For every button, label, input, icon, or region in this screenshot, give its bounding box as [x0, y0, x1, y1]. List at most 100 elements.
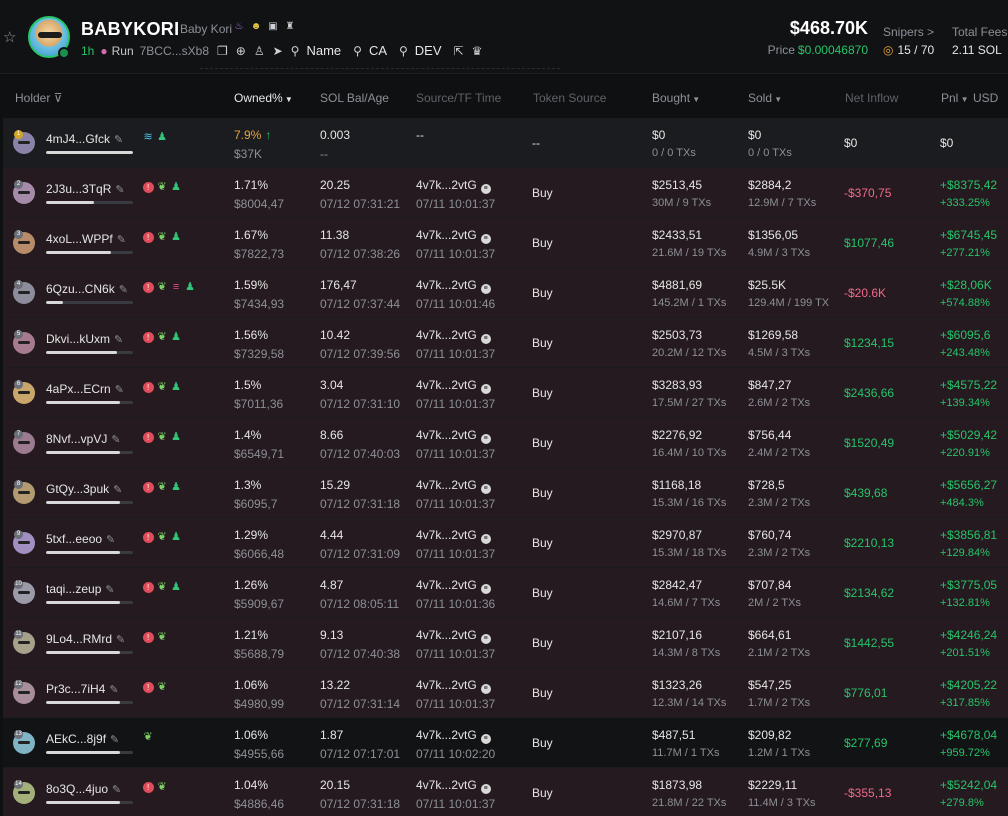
funding-source-text[interactable]: 4v7k...2vtG: [416, 728, 477, 742]
holder-address[interactable]: GtQy...3puk ✎: [46, 482, 122, 496]
funding-source-text[interactable]: 4v7k...2vtG: [416, 478, 477, 492]
holder-address-text[interactable]: 9Lo4...RMrd: [46, 632, 112, 646]
holder-address-text[interactable]: 4aPx...ECrn: [46, 382, 111, 396]
table-row[interactable]: 13 AEkC...8j9f ✎ ❦ 1.06% $4955,66 1.87 07…: [3, 718, 1008, 768]
search-dev-icon[interactable]: ⚲: [399, 44, 408, 58]
website-icon[interactable]: ⊕: [236, 44, 246, 58]
funding-source-text[interactable]: 4v7k...2vtG: [416, 528, 477, 542]
holder-address[interactable]: Pr3c...7iH4 ✎: [46, 682, 119, 696]
holder-address[interactable]: 8Nvf...vpVJ ✎: [46, 432, 121, 446]
funding-source-text[interactable]: 4v7k...2vtG: [416, 178, 477, 192]
funding-source[interactable]: --: [416, 128, 424, 142]
funding-source[interactable]: 4v7k...2vtG ≡: [416, 228, 491, 244]
edit-icon[interactable]: ✎: [105, 584, 114, 596]
currency-toggle[interactable]: USD: [973, 91, 998, 105]
person-icon[interactable]: ♙: [254, 44, 265, 58]
col-token-source[interactable]: Token Source: [533, 91, 606, 105]
holder-address[interactable]: 4mJ4...Gfck ✎: [46, 132, 123, 146]
holder-address[interactable]: 5txf...eeoo ✎: [46, 532, 115, 546]
table-row[interactable]: 1 4mJ4...Gfck ✎ ≋ ♟ 7.9% ↑ $37K 0.003 -- --…: [3, 118, 1008, 168]
holder-address-text[interactable]: 6Qzu...CN6k: [46, 282, 115, 296]
edit-icon[interactable]: ✎: [115, 384, 124, 396]
crown-icon[interactable]: ♛: [472, 44, 483, 58]
copy-icon[interactable]: ❐: [217, 44, 228, 58]
edit-icon[interactable]: ✎: [112, 784, 121, 796]
funding-source[interactable]: 4v7k...2vtG ≡: [416, 378, 491, 394]
holder-address-text[interactable]: 4mJ4...Gfck: [46, 132, 110, 146]
edit-icon[interactable]: ✎: [116, 634, 125, 646]
table-row[interactable]: 4 6Qzu...CN6k ✎ ! ❦ ≡ ♟ 1.59% $7434,93 176,4…: [3, 268, 1008, 318]
col-owned[interactable]: Owned% ▼: [234, 91, 293, 105]
funding-source-text[interactable]: 4v7k...2vtG: [416, 628, 477, 642]
funding-source[interactable]: 4v7k...2vtG ≡: [416, 478, 491, 494]
funding-source-text[interactable]: 4v7k...2vtG: [416, 378, 477, 392]
table-row[interactable]: 2 2J3u...3TqR ✎ ! ❦ ♟ 1.71% $8004,47 20.25 …: [3, 168, 1008, 218]
edit-icon[interactable]: ✎: [114, 134, 123, 146]
table-row[interactable]: 3 4xoL...WPPf ✎ ! ❦ ♟ 1.67% $7822,73 11.38 …: [3, 218, 1008, 268]
funding-source-text[interactable]: --: [416, 128, 424, 142]
table-row[interactable]: 12 Pr3c...7iH4 ✎ ! ❦ 1.06% $4980,99 13.22 …: [3, 668, 1008, 718]
edit-icon[interactable]: ✎: [115, 184, 124, 196]
funding-source-text[interactable]: 4v7k...2vtG: [416, 228, 477, 242]
holder-address-text[interactable]: 5txf...eeoo: [46, 532, 102, 546]
funding-source[interactable]: 4v7k...2vtG ≡: [416, 678, 491, 694]
col-net-inflow[interactable]: Net Inflow: [845, 91, 898, 105]
col-bought[interactable]: Bought ▼: [652, 91, 700, 105]
funding-source-text[interactable]: 4v7k...2vtG: [416, 428, 477, 442]
col-holder[interactable]: Holder ⊽: [15, 91, 63, 105]
funding-source[interactable]: 4v7k...2vtG ≡: [416, 178, 491, 194]
holder-address[interactable]: 4xoL...WPPf ✎: [46, 232, 126, 246]
holder-address[interactable]: AEkC...8j9f ✎: [46, 732, 119, 746]
telegram-icon[interactable]: ➤: [273, 44, 283, 58]
holder-address[interactable]: 8o3Q...4juo ✎: [46, 782, 121, 796]
col-source[interactable]: Source/TF Time: [416, 91, 501, 105]
table-row[interactable]: 10 taqi...zeup ✎ ! ❦ ♟ 1.26% $5909,67 4.87 …: [3, 568, 1008, 618]
external-link-icon[interactable]: ⇱: [454, 44, 464, 58]
funding-source-text[interactable]: 4v7k...2vtG: [416, 678, 477, 692]
funding-source[interactable]: 4v7k...2vtG ≡: [416, 628, 491, 644]
table-row[interactable]: 8 GtQy...3puk ✎ ! ❦ ♟ 1.3% $6095,7 15.29 07…: [3, 468, 1008, 518]
favorite-star-icon[interactable]: ☆: [3, 30, 19, 46]
edit-icon[interactable]: ✎: [117, 234, 126, 246]
search-ca-icon[interactable]: ⚲: [353, 44, 362, 58]
snipers-label[interactable]: Snipers >: [883, 25, 934, 39]
search-dev-link[interactable]: DEV: [415, 43, 442, 58]
edit-icon[interactable]: ✎: [113, 484, 122, 496]
funding-source-text[interactable]: 4v7k...2vtG: [416, 328, 477, 342]
holder-address-text[interactable]: AEkC...8j9f: [46, 732, 106, 746]
col-sold[interactable]: Sold ▼: [748, 91, 782, 105]
table-row[interactable]: 9 5txf...eeoo ✎ ! ❦ ♟ 1.29% $6066,48 4.44 0…: [3, 518, 1008, 568]
funding-source[interactable]: 4v7k...2vtG ≡: [416, 428, 491, 444]
edit-icon[interactable]: ✎: [106, 534, 115, 546]
holder-address[interactable]: 6Qzu...CN6k ✎: [46, 282, 128, 296]
contract-address[interactable]: 7BCC...sXb8: [140, 44, 209, 58]
funding-source-text[interactable]: 4v7k...2vtG: [416, 278, 477, 292]
holder-address[interactable]: 9Lo4...RMrd ✎: [46, 632, 125, 646]
funding-source[interactable]: 4v7k...2vtG ≡: [416, 278, 491, 294]
funding-source[interactable]: 4v7k...2vtG ≡: [416, 528, 491, 544]
holder-address-text[interactable]: 8o3Q...4juo: [46, 782, 108, 796]
funding-source-text[interactable]: 4v7k...2vtG: [416, 578, 477, 592]
holder-address[interactable]: Dkvi...kUxm ✎: [46, 332, 123, 346]
holder-address-text[interactable]: Pr3c...7iH4: [46, 682, 105, 696]
edit-icon[interactable]: ✎: [109, 684, 118, 696]
holder-address-text[interactable]: taqi...zeup: [46, 582, 101, 596]
holder-address[interactable]: taqi...zeup ✎: [46, 582, 115, 596]
funding-source-text[interactable]: 4v7k...2vtG: [416, 778, 477, 792]
funding-source[interactable]: 4v7k...2vtG ≡: [416, 578, 491, 594]
edit-icon[interactable]: ✎: [111, 434, 120, 446]
table-row[interactable]: 11 9Lo4...RMrd ✎ ! ❦ 1.21% $5688,79 9.13 0…: [3, 618, 1008, 668]
search-name-icon[interactable]: ⚲: [291, 44, 300, 58]
col-sol-bal[interactable]: SOL Bal/Age: [320, 91, 389, 105]
holder-address-text[interactable]: 2J3u...3TqR: [46, 182, 111, 196]
table-row[interactable]: 7 8Nvf...vpVJ ✎ ! ❦ ♟ 1.4% $6549,71 8.66 07…: [3, 418, 1008, 468]
funding-source[interactable]: 4v7k...2vtG ≡: [416, 778, 491, 794]
col-pnl[interactable]: Pnl ▼: [941, 91, 968, 105]
holder-address-text[interactable]: 4xoL...WPPf: [46, 232, 113, 246]
funding-source[interactable]: 4v7k...2vtG ≡: [416, 728, 491, 744]
edit-icon[interactable]: ✎: [110, 734, 119, 746]
table-row[interactable]: 5 Dkvi...kUxm ✎ ! ❦ ♟ 1.56% $7329,58 10.42 …: [3, 318, 1008, 368]
holder-address[interactable]: 4aPx...ECrn ✎: [46, 382, 124, 396]
filter-icon[interactable]: ⊽: [54, 91, 63, 105]
search-name-link[interactable]: Name: [306, 43, 341, 58]
